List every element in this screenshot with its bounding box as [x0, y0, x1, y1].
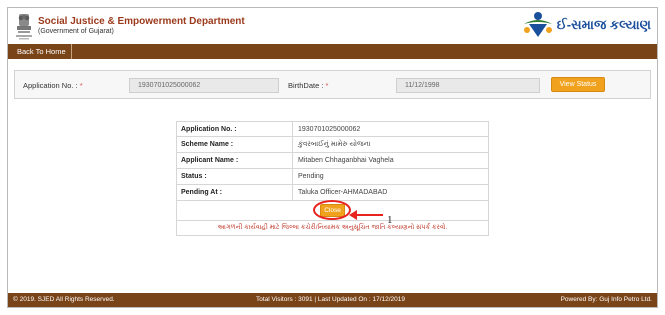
- row-key: Scheme Name :: [177, 137, 293, 152]
- page-frame: Social Justice & Empowerment Department …: [7, 7, 658, 308]
- table-row: Pending At : Taluka Officer-AHMADABAD: [176, 185, 489, 201]
- required-mark: *: [79, 81, 83, 90]
- esamaj-logo-text: ઈ-સમાજ કલ્યાણ: [556, 17, 651, 32]
- row-key: Application No. :: [177, 122, 293, 136]
- back-to-home-link[interactable]: Back To Home: [12, 44, 72, 59]
- esamaj-logo[interactable]: ઈ-સમાજ કલ્યાણ: [521, 10, 651, 40]
- table-row: Applicant Name : Mitaben Chhaganbhai Vag…: [176, 153, 489, 169]
- birthdate-input[interactable]: 11/12/1998: [396, 78, 540, 93]
- contact-note: આગળની કાર્યવાહી માટે જિલ્લા કચેરી/નિયામક…: [176, 221, 489, 236]
- highlight-circle: [313, 200, 351, 220]
- row-key: Status :: [177, 169, 293, 184]
- copyright-text: © 2019. SJED All Rights Reserved.: [13, 296, 115, 303]
- row-value: Pending: [298, 173, 324, 180]
- row-value: Taluka Officer-AHMADABAD: [298, 189, 388, 196]
- birthdate-label-text: BirthDate :: [288, 81, 324, 90]
- status-result-table: Application No. : 1930701025000062 Schem…: [176, 121, 489, 236]
- row-value: કુંવરબાઈનું મામેરુ યોજના: [298, 141, 371, 148]
- nav-bar: Back To Home: [8, 44, 657, 59]
- row-value: Mitaben Chhaganbhai Vaghela: [298, 157, 394, 164]
- site-footer: © 2019. SJED All Rights Reserved. Total …: [8, 293, 657, 307]
- row-value: 1930701025000062: [298, 126, 361, 133]
- esamaj-logo-icon: [523, 12, 552, 37]
- department-subtitle: (Government of Gujarat): [38, 28, 114, 35]
- search-panel: Application No. : * 1930701025000062 Bir…: [14, 70, 651, 99]
- view-status-button[interactable]: View Status: [551, 77, 605, 92]
- table-row: Application No. : 1930701025000062: [176, 121, 489, 137]
- birthdate-label: BirthDate : *: [288, 81, 328, 90]
- application-no-input[interactable]: 1930701025000062: [129, 78, 279, 93]
- annotation-arrow-icon: [349, 210, 383, 220]
- row-key: Applicant Name :: [177, 153, 293, 168]
- application-no-label-text: Application No. :: [23, 81, 78, 90]
- table-row: Scheme Name : કુંવરબાઈનું મામેરુ યોજના: [176, 137, 489, 153]
- visitor-count-text: Total Visitors : 3091 | Last Updated On …: [256, 296, 405, 303]
- site-header: Social Justice & Empowerment Department …: [8, 8, 657, 44]
- row-key: Pending At :: [177, 185, 293, 200]
- application-no-label: Application No. : *: [23, 81, 83, 90]
- close-row: Close: [176, 200, 489, 221]
- annotation-number: 1: [387, 214, 393, 226]
- table-row: Status : Pending: [176, 169, 489, 185]
- required-mark: *: [325, 81, 329, 90]
- department-title: Social Justice & Empowerment Department: [38, 16, 245, 27]
- state-emblem-icon: [16, 14, 32, 40]
- powered-by-text: Powered By: Guj Info Petro Ltd.: [560, 296, 652, 303]
